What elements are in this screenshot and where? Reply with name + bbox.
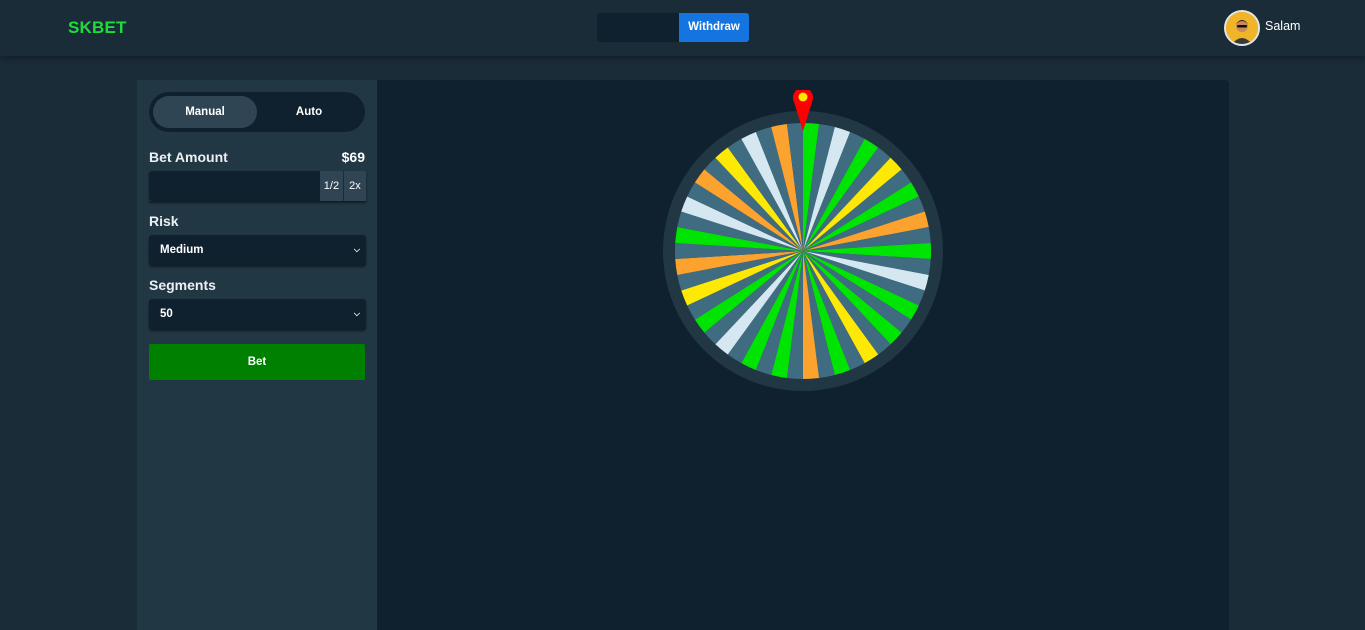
risk-select[interactable]: Medium ⌵ [149,235,366,265]
half-bet-button[interactable]: 1/2 [320,171,343,201]
bet-amount-input[interactable] [149,171,320,201]
avatar[interactable] [1224,10,1260,46]
double-bet-button[interactable]: 2x [342,171,366,201]
bet-amount-label: Bet Amount [149,149,228,165]
segments-select-value: 50 [160,308,173,320]
risk-select-value: Medium [160,244,204,256]
tab-auto[interactable]: Auto [257,96,361,128]
balance-display[interactable] [597,13,679,42]
risk-label: Risk [149,213,179,229]
mode-toggle: Manual Auto [149,92,365,132]
chevron-down-icon: ⌵ [353,309,360,318]
user-avatar-icon [1226,12,1258,44]
wheel-graphic [663,90,943,391]
wallet-bar: Withdraw [597,13,749,42]
withdraw-button[interactable]: Withdraw [679,13,749,42]
pointer-dot [798,92,808,102]
segments-label: Segments [149,277,216,293]
wheel-segments [674,123,932,379]
bet-button[interactable]: Bet [149,344,365,380]
tab-manual[interactable]: Manual [153,96,257,128]
user-menu[interactable]: Salam [1224,10,1300,46]
segments-select[interactable]: 50 ⌵ [149,299,366,329]
username: Salam [1265,19,1301,33]
bet-amount-row: 1/2 2x [149,171,366,201]
brand-logo[interactable]: SKBET [68,18,127,38]
chevron-down-icon: ⌵ [353,245,360,254]
top-header: SKBET Withdraw Salam [0,0,1365,56]
game-area [377,80,1229,630]
bet-control-panel: Manual Auto Bet Amount $69 1/2 2x Risk M… [137,80,377,630]
bet-amount-value: $69 [341,149,365,165]
